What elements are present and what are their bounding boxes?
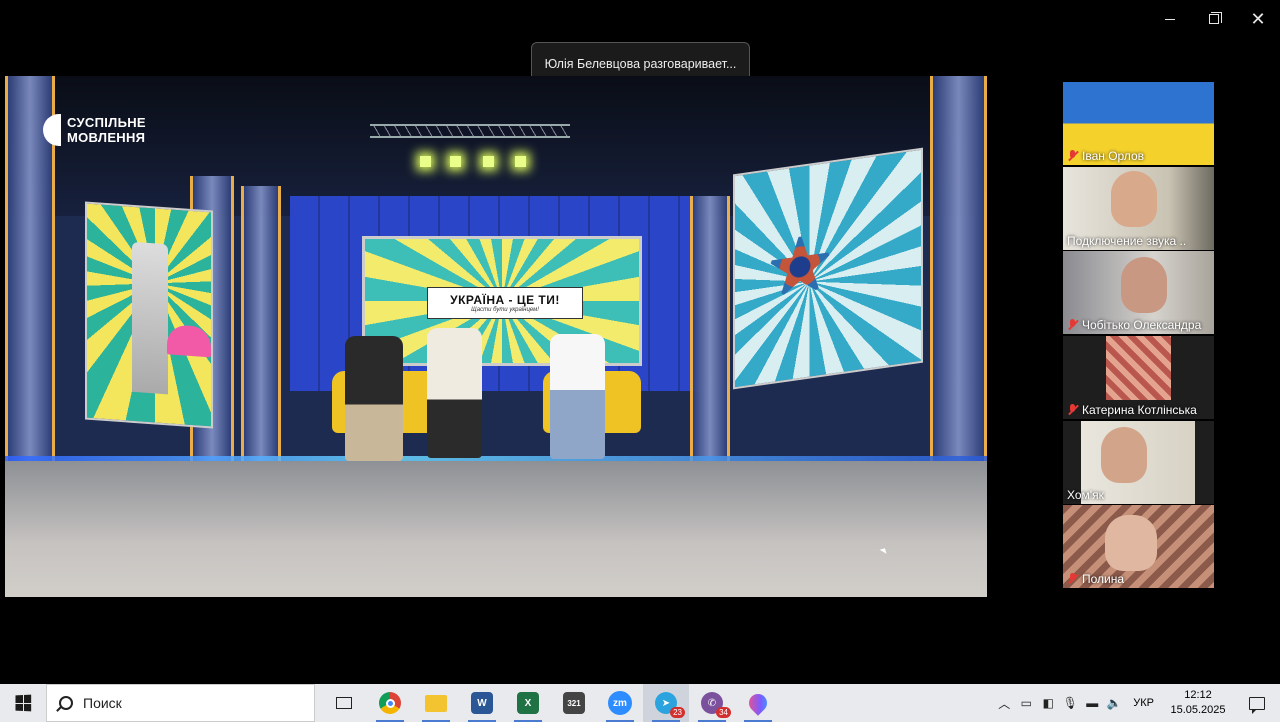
- taskbar-search[interactable]: Поиск: [46, 684, 315, 722]
- participant-tile[interactable]: Хом'як: [1063, 421, 1214, 504]
- tray-battery-icon[interactable]: ▬: [1081, 684, 1103, 722]
- paint-app[interactable]: [735, 684, 781, 722]
- participant-tile[interactable]: Катерина Котлінська: [1063, 336, 1214, 419]
- folder-icon: [425, 694, 447, 712]
- search-icon: [59, 696, 73, 710]
- calendar-app[interactable]: 321: [551, 684, 597, 722]
- close-button[interactable]: ✕: [1236, 0, 1280, 38]
- ornament-star-icon: [765, 227, 835, 307]
- clock-date: 15.05.2025: [1170, 704, 1226, 716]
- chrome-app[interactable]: [367, 684, 413, 722]
- broadcaster-logo: СУСПІЛЬНЕ МОВЛЕННЯ: [43, 114, 146, 146]
- studio-spotlight: [420, 156, 431, 167]
- participant-name: Катерина Котлінська: [1082, 403, 1197, 417]
- file-explorer-app[interactable]: [413, 684, 459, 722]
- poster-monument-figure: [132, 241, 168, 395]
- taskbar-apps: W X 321 zm ➤ 23 ✆ 34: [321, 684, 781, 722]
- zoom-icon: zm: [608, 691, 632, 715]
- participant-video: [1111, 171, 1157, 227]
- notification-icon: [1249, 696, 1265, 714]
- clock-time: 12:12: [1184, 689, 1212, 701]
- input-language-indicator[interactable]: УКР: [1125, 697, 1162, 709]
- right-screen: [733, 147, 923, 390]
- guest-person: [427, 328, 482, 458]
- tray-display-icon[interactable]: ▭: [1015, 684, 1037, 722]
- poster-pink-shape: [167, 324, 211, 358]
- studio-pillar: [690, 196, 730, 496]
- set-subtitle: Щасти бути українцем!: [471, 307, 539, 313]
- window-controls: ✕: [1148, 0, 1280, 38]
- zoom-app[interactable]: zm: [597, 684, 643, 722]
- participant-video: [1106, 336, 1171, 400]
- speaking-indicator-text: Юлія Белевцова разговаривает...: [544, 56, 737, 71]
- mic-muted-icon: [1067, 573, 1079, 585]
- chrome-icon: [379, 692, 401, 714]
- main-video-stream[interactable]: УКРАЇНА - ЦЕ ТИ! Щасти бути українцем! С…: [5, 76, 987, 597]
- close-icon: ✕: [1250, 8, 1266, 29]
- studio-truss: [370, 124, 570, 138]
- minimize-button[interactable]: [1148, 0, 1192, 38]
- word-app[interactable]: W: [459, 684, 505, 722]
- participant-tile[interactable]: Подключение звука ..: [1063, 167, 1214, 250]
- system-tray: ︿ ▭ ◧ 🎙 ▬ 🔈 УКР 12:12 15.05.2025: [993, 684, 1280, 722]
- broadcaster-logo-icon: [43, 114, 61, 146]
- mic-muted-icon: [1067, 404, 1079, 416]
- participant-tile[interactable]: Полина: [1063, 505, 1214, 588]
- telegram-app[interactable]: ➤ 23: [643, 684, 689, 722]
- tray-camera-icon[interactable]: ◧: [1037, 684, 1059, 722]
- search-placeholder: Поиск: [83, 695, 122, 711]
- presenter-person: [345, 336, 403, 461]
- excel-icon: X: [517, 692, 539, 714]
- studio-spotlight: [483, 156, 494, 167]
- mic-muted-icon: [1067, 150, 1079, 162]
- participant-name: Іван Орлов: [1082, 149, 1144, 163]
- windows-taskbar: Поиск W X 321 zm ➤ 23 ✆ 34 ︿ ▭ ◧ 🎙 ▬ 🔈 У…: [0, 684, 1280, 722]
- studio-spotlight: [515, 156, 526, 167]
- host-person: [550, 334, 605, 459]
- studio-pillar: [930, 76, 987, 506]
- task-view-icon: [336, 697, 352, 709]
- taskbar-clock[interactable]: 12:12 15.05.2025: [1162, 688, 1234, 718]
- participant-video: [1121, 257, 1167, 313]
- restore-button[interactable]: [1192, 0, 1236, 38]
- start-button[interactable]: [0, 684, 46, 722]
- minimize-icon: [1165, 18, 1175, 20]
- mic-muted-icon: [1067, 319, 1079, 331]
- tray-volume-icon[interactable]: 🔈: [1103, 684, 1125, 722]
- studio-floor: [5, 461, 987, 597]
- paint-drop-icon: [745, 690, 771, 716]
- participant-name: Хом'як: [1067, 488, 1104, 502]
- studio-spotlight: [450, 156, 461, 167]
- word-icon: W: [471, 692, 493, 714]
- left-poster-screen: [85, 201, 213, 429]
- logo-line-2: МОВЛЕННЯ: [67, 130, 146, 145]
- notification-center-button[interactable]: [1234, 684, 1280, 722]
- participant-name: Чобітько Олександра: [1082, 318, 1202, 332]
- viber-unread-badge: 34: [716, 707, 731, 718]
- participant-name: Подключение звука ..: [1067, 234, 1187, 248]
- tray-microphone-icon[interactable]: 🎙: [1059, 684, 1081, 722]
- set-title: УКРАЇНА - ЦЕ ТИ!: [450, 293, 560, 307]
- restore-icon: [1209, 12, 1222, 24]
- windows-logo-icon: [15, 694, 32, 712]
- calendar-icon: 321: [563, 692, 585, 714]
- tray-overflow-chevron-up-icon[interactable]: ︿: [993, 684, 1015, 722]
- participant-face: [1101, 427, 1147, 483]
- telegram-unread-badge: 23: [670, 707, 685, 718]
- participant-tile[interactable]: Іван Орлов: [1063, 82, 1214, 165]
- set-title-card: УКРАЇНА - ЦЕ ТИ! Щасти бути українцем!: [427, 287, 583, 319]
- excel-app[interactable]: X: [505, 684, 551, 722]
- viber-app[interactable]: ✆ 34: [689, 684, 735, 722]
- participant-name: Полина: [1082, 572, 1125, 586]
- participant-video: [1105, 515, 1157, 571]
- task-view-button[interactable]: [321, 684, 367, 722]
- logo-line-1: СУСПІЛЬНЕ: [67, 115, 146, 130]
- participant-tile[interactable]: Чобітько Олександра: [1063, 251, 1214, 334]
